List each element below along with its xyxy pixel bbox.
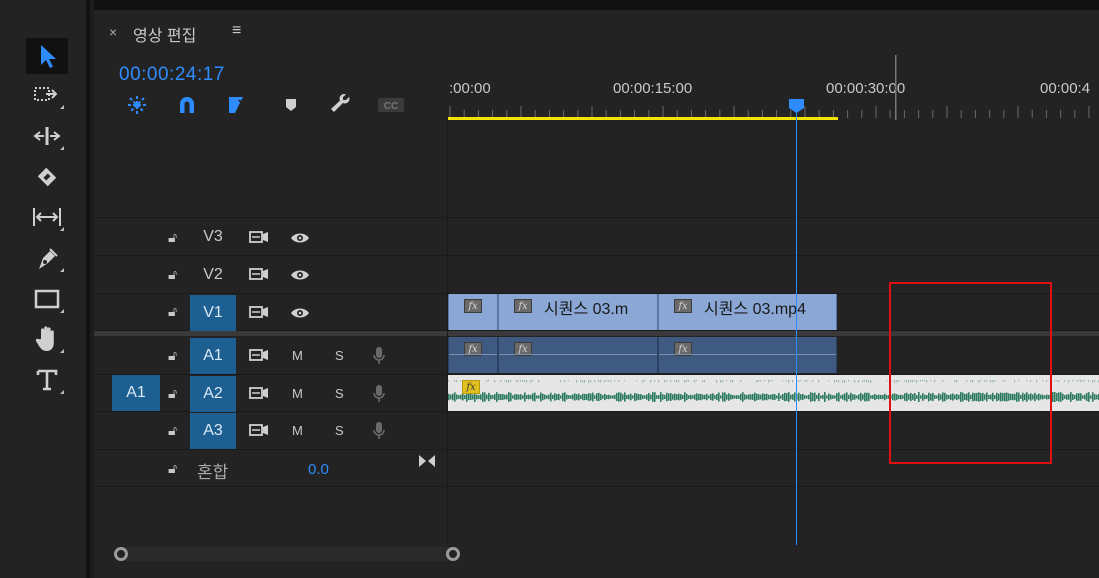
wrench-icon[interactable]: [326, 92, 356, 118]
ripple-edit-tool-icon[interactable]: [26, 118, 68, 154]
playhead-line[interactable]: [796, 110, 797, 545]
header-scrollbar[interactable]: [114, 547, 454, 561]
solo-button[interactable]: S: [335, 423, 344, 438]
track-name-v2[interactable]: V2: [190, 257, 236, 293]
voiceover-mic-icon[interactable]: [372, 346, 386, 366]
mix-track-label: 혼합: [197, 463, 229, 482]
solo-button[interactable]: S: [335, 386, 344, 401]
track-header-v2: [94, 256, 447, 294]
marker-icon[interactable]: [276, 92, 306, 118]
fx-badge: fx: [462, 380, 480, 394]
lock-icon[interactable]: 🔓︎: [168, 460, 177, 477]
work-area-bar[interactable]: [448, 117, 838, 120]
audio-level-line: [449, 354, 497, 355]
svg-text:CC: CC: [384, 101, 398, 112]
header-lane-separator: [447, 122, 448, 542]
audio-level-line: [499, 354, 657, 355]
solo-button[interactable]: S: [335, 348, 344, 363]
track-name-a3[interactable]: A3: [190, 413, 236, 449]
mix-volume-value[interactable]: 0.0: [308, 461, 329, 478]
track-name-v1[interactable]: V1: [190, 295, 236, 331]
clip-title: 시퀀스 03.m: [544, 301, 629, 318]
sync-lock-icon[interactable]: [249, 348, 269, 362]
pen-tool-icon[interactable]: [26, 240, 68, 276]
track-lane-v3[interactable]: [447, 218, 1099, 256]
playhead-timecode[interactable]: 00:00:24:17: [119, 64, 225, 86]
highlight-box: [889, 282, 1052, 464]
eye-icon[interactable]: [290, 231, 310, 245]
source-patch-a1[interactable]: A1: [112, 375, 160, 411]
lock-icon[interactable]: 🔓︎: [168, 266, 177, 283]
ruler-major-tick: [895, 55, 897, 120]
track-header-v1: [94, 294, 447, 331]
audio-clip[interactable]: fx: [448, 337, 498, 373]
type-tool-icon[interactable]: [26, 362, 68, 398]
mute-button[interactable]: M: [292, 423, 303, 438]
ruler-label: :00:00: [449, 80, 491, 97]
voiceover-mic-icon[interactable]: [372, 384, 386, 404]
lock-icon[interactable]: 🔓︎: [168, 422, 177, 439]
panel-menu-icon[interactable]: ≡: [232, 22, 241, 40]
fx-badge: fx: [514, 299, 532, 313]
ruler-label: 00:00:15:00: [613, 80, 693, 97]
voiceover-mic-icon[interactable]: [372, 421, 386, 441]
track-header-a1: [94, 336, 447, 375]
slip-tool-icon[interactable]: [26, 199, 68, 235]
sync-lock-icon[interactable]: [249, 423, 269, 437]
audio-level-line: [659, 354, 836, 355]
video-track-empty-area: [94, 122, 1099, 218]
mix-expand-icon[interactable]: [418, 454, 436, 468]
track-select-tool-icon[interactable]: [26, 77, 68, 113]
lock-icon[interactable]: 🔓︎: [168, 347, 177, 364]
video-clip[interactable]: fx 시퀀스 03.mp4: [658, 294, 837, 330]
track-header-a3: [94, 412, 447, 450]
playhead-handle[interactable]: [788, 98, 805, 114]
lock-icon[interactable]: 🔓︎: [168, 229, 177, 246]
lock-icon[interactable]: 🔓︎: [168, 385, 177, 402]
linked-selection-icon[interactable]: [222, 92, 252, 118]
razor-tool-icon[interactable]: [26, 159, 68, 195]
eye-icon[interactable]: [290, 268, 310, 282]
track-header-mix: [94, 450, 447, 487]
eye-icon[interactable]: [290, 306, 310, 320]
captions-icon[interactable]: CC: [376, 92, 406, 118]
audio-clip[interactable]: fx: [658, 337, 837, 373]
tools-panel: [0, 0, 90, 578]
sync-lock-icon[interactable]: [249, 386, 269, 400]
hand-tool-icon[interactable]: [26, 321, 68, 357]
sync-lock-icon[interactable]: [249, 305, 269, 319]
track-name-a1[interactable]: A1: [190, 338, 236, 374]
ruler-label: 00:00:4: [1040, 80, 1091, 97]
mute-button[interactable]: M: [292, 348, 303, 363]
fx-badge: fx: [464, 299, 482, 313]
selection-tool-icon[interactable]: [26, 38, 68, 74]
clip-title: 시퀀스 03.mp4: [704, 301, 806, 318]
close-tab-button[interactable]: ×: [109, 24, 117, 40]
lock-icon[interactable]: 🔓︎: [168, 303, 177, 320]
scroll-handle-left[interactable]: [114, 547, 128, 561]
nest-icon[interactable]: [122, 92, 152, 118]
ruler-label: 00:00:30:00: [826, 80, 906, 97]
video-clip[interactable]: fx: [448, 294, 498, 330]
sync-lock-icon[interactable]: [249, 230, 269, 244]
track-name-a2[interactable]: A2: [190, 376, 236, 412]
sync-lock-icon[interactable]: [249, 267, 269, 281]
sequence-tab-title[interactable]: 영상 편집: [133, 22, 196, 46]
fx-badge: fx: [674, 299, 692, 313]
panel-top-border: [94, 0, 1099, 10]
track-header-v3: [94, 218, 447, 256]
rectangle-tool-icon[interactable]: [26, 281, 68, 317]
mute-button[interactable]: M: [292, 386, 303, 401]
scroll-handle-right[interactable]: [446, 547, 460, 561]
track-name-v3[interactable]: V3: [190, 219, 236, 255]
audio-clip[interactable]: fx: [498, 337, 658, 373]
video-clip[interactable]: fx 시퀀스 03.m: [498, 294, 658, 330]
magnet-snap-icon[interactable]: [172, 92, 202, 118]
